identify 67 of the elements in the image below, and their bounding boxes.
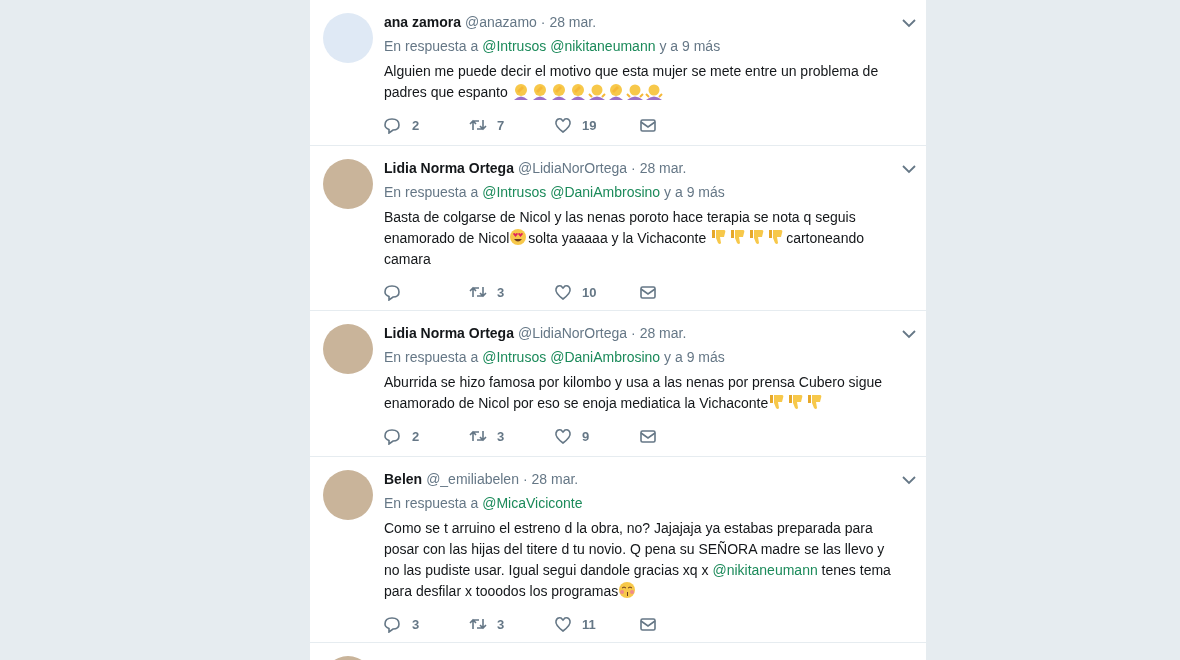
tweet-date[interactable]: · 28 mar. <box>522 471 579 487</box>
mention-link[interactable]: @Intrusos <box>482 184 547 200</box>
reply-icon[interactable] <box>384 116 402 134</box>
like-count: 11 <box>582 616 596 632</box>
like-icon[interactable] <box>554 615 572 633</box>
envelope-icon[interactable] <box>639 116 657 134</box>
chevron-down-icon[interactable] <box>902 330 916 339</box>
mention-link[interactable]: @nikitaneumann <box>550 38 656 54</box>
shrug-emoji-icon <box>644 82 663 100</box>
reply-label: En respuesta a <box>384 184 479 200</box>
reply-label: En respuesta a <box>384 349 479 365</box>
envelope-icon[interactable] <box>639 427 657 445</box>
avatar-photo-placeholder <box>323 13 373 63</box>
like-icon[interactable] <box>554 427 572 445</box>
mention-link[interactable]: @DaniAmbrosino <box>550 184 661 200</box>
like-icon[interactable] <box>554 116 572 134</box>
heart-eyes-emoji-icon <box>509 228 528 246</box>
envelope-icon[interactable] <box>639 283 657 301</box>
retweet-count: 3 <box>497 616 505 632</box>
tweet-text: Como se t arruino el estreno d la obra, no? Jajajaja ya estabas preparada para posar con las hijas del titere d tu novio. Q pena su SEÑORA madre se las llevo y no las pudiste usar. Igual segui dandole gracias xq x @nikitaneumann tenes tema para desfilar x tooodos los programas <box>384 519 892 601</box>
user-name[interactable]: Lidia Norma Ortega <box>384 160 514 176</box>
user-name[interactable]: Belen <box>384 471 423 487</box>
mention-link[interactable]: @DaniAmbrosino <box>550 349 661 365</box>
user-handle[interactable]: @LidiaNorOrtega <box>517 325 628 341</box>
reply-more-label: y a 9 más <box>664 184 725 200</box>
like-count: 19 <box>582 117 597 133</box>
mention-link[interactable]: @nikitaneumann <box>712 562 818 578</box>
reply-more-label: y a 9 más <box>659 38 721 54</box>
user-name[interactable]: ana zamora <box>384 14 462 30</box>
reply-icon[interactable] <box>384 427 402 445</box>
reply-count: 2 <box>412 428 420 444</box>
mention-link[interactable]: @Intrusos <box>482 349 547 365</box>
avatar-photo-placeholder <box>323 324 373 374</box>
avatar-photo-placeholder <box>323 159 373 209</box>
avatar-photo-placeholder <box>323 470 373 520</box>
reply-icon[interactable] <box>384 283 402 301</box>
tweet-date[interactable]: · 28 mar. <box>631 325 687 341</box>
retweet-count: 3 <box>497 428 505 444</box>
user-handle[interactable]: @LidiaNorOrtega <box>517 160 628 176</box>
retweet-count: 7 <box>497 117 505 133</box>
tweet-date[interactable]: · 28 mar. <box>631 160 687 176</box>
envelope-icon[interactable] <box>639 615 657 633</box>
kissing-face-icon <box>618 581 637 599</box>
like-count: 10 <box>582 284 597 300</box>
reply-count: 3 <box>412 616 420 632</box>
reply-more-label: y a 9 más <box>664 349 725 365</box>
like-count: 9 <box>582 428 590 444</box>
tweet-text: Alguien me puede decir el motivo que esta mujer se mete entre un problema de padres que espanto <box>384 62 880 102</box>
tweet-text: Aburrida se hizo famosa por kilombo y usa a las nenas por prensa Cubero sigue enamorado de Nicol por eso se enoja mediatica la Vichaconte <box>384 373 884 413</box>
mention-link[interactable]: @Intrusos <box>482 38 547 54</box>
chevron-down-icon[interactable] <box>902 476 916 485</box>
shrug-emoji-icon <box>587 82 606 100</box>
reply-count: 2 <box>412 117 420 133</box>
chevron-down-icon[interactable] <box>902 19 916 28</box>
reply-icon[interactable] <box>384 615 402 633</box>
retweet-count: 3 <box>497 284 505 300</box>
user-handle[interactable]: @anazamo <box>465 14 537 30</box>
shrug-emoji-icon <box>625 82 644 100</box>
user-name[interactable]: Lidia Norma Ortega <box>384 325 514 341</box>
reply-label: En respuesta a <box>384 495 479 511</box>
chevron-down-icon[interactable] <box>902 165 916 174</box>
user-handle[interactable]: @_emiliabelen <box>426 471 519 487</box>
tweet-date[interactable]: · 28 mar. <box>540 14 597 30</box>
like-icon[interactable] <box>554 283 572 301</box>
tweet-text: Basta de colgarse de Nicol y las nenas poroto hace terapia se nota q seguis enamorado de Nicol solta yaaaaa y la Vichaconte cartoneando camara <box>384 208 865 269</box>
reply-label: En respuesta a <box>384 38 479 54</box>
mention-link[interactable]: @MicaViciconte <box>482 495 583 511</box>
